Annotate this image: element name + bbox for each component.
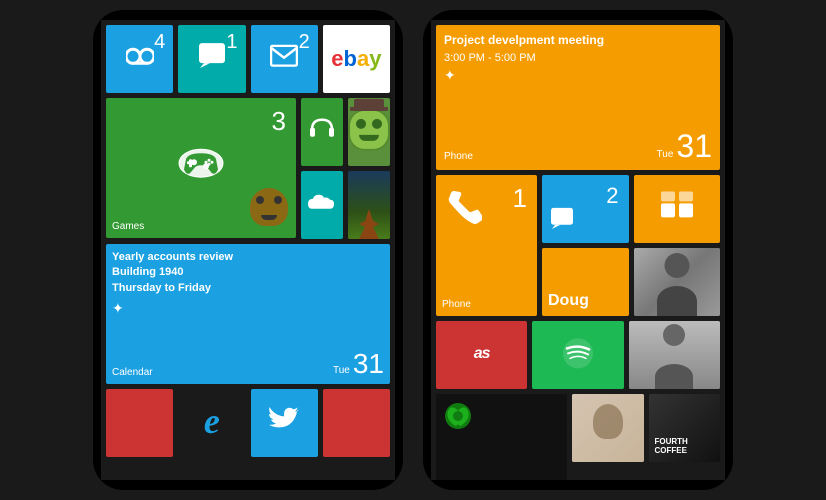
- doug-label: Doug: [548, 292, 589, 310]
- messaging-badge-p1: 1: [226, 31, 237, 54]
- messaging-badge-p2: 2: [606, 183, 618, 209]
- p2-row2: 1 Phone 2: [436, 175, 720, 316]
- p2-row4: MUSI+VIDE FOURTHCOFFEE: [436, 394, 720, 480]
- xbox-logo: [444, 402, 472, 433]
- calendar-tile-p2[interactable]: Project develpment meeting 3:00 PM - 5:0…: [436, 25, 720, 170]
- adventure-tile[interactable]: [348, 171, 390, 239]
- voicemail-badge: 4: [154, 31, 165, 54]
- spotify-tile[interactable]: [532, 321, 623, 389]
- headphones-tile[interactable]: [301, 98, 343, 166]
- calendar-text: Yearly accounts review Building 1940 Thu…: [112, 250, 384, 317]
- messaging-tile-p2[interactable]: 2: [542, 175, 629, 243]
- zombie-tile[interactable]: [348, 98, 390, 166]
- phone-label-p2: Phone: [444, 151, 473, 162]
- email-tile-p1[interactable]: 2: [251, 25, 318, 93]
- p2-row1: Project develpment meeting 3:00 PM - 5:0…: [436, 25, 720, 170]
- messaging-tile-p1[interactable]: 1: [178, 25, 245, 93]
- tulip-tile[interactable]: [634, 175, 721, 243]
- ie-icon: e: [204, 400, 220, 442]
- chat-icon-p2: [550, 207, 574, 229]
- calendar-tile-p1[interactable]: Yearly accounts review Building 1940 Thu…: [106, 244, 390, 384]
- person-body: [657, 286, 697, 316]
- phone-label: Phone: [442, 299, 531, 310]
- p2-row3: as: [436, 321, 720, 389]
- phone-2-screen: Project develpment meeting 3:00 PM - 5:0…: [431, 20, 725, 480]
- person-face-games: [250, 188, 288, 233]
- p1-bottom-row: e: [106, 389, 390, 457]
- calendar-footer: Calendar Tue 31: [112, 350, 384, 378]
- ie-tile[interactable]: e: [178, 389, 245, 457]
- calendar-day: Tue: [333, 365, 350, 376]
- fourth-coffee-tile[interactable]: FOURTHCOFFEE: [649, 394, 721, 462]
- calendar-day-p2: Tue: [657, 149, 674, 160]
- email-icon-p1: [270, 45, 298, 67]
- voicemail-icon: [126, 47, 154, 65]
- phone-2: Project develpment meeting 3:00 PM - 5:0…: [423, 10, 733, 490]
- phone-2-grid: Project develpment meeting 3:00 PM - 5:0…: [431, 20, 725, 480]
- doug-tile[interactable]: Doug: [542, 248, 629, 316]
- phone-call-icon: [446, 189, 482, 225]
- person2-body: [655, 364, 693, 389]
- p2-right-row1: 2: [542, 175, 720, 243]
- p1-row1: 4 1: [106, 25, 390, 93]
- p1-right-row2: [301, 171, 390, 239]
- xbox-controller-icon: [178, 147, 224, 179]
- spotify-icon: [562, 337, 594, 369]
- email-badge-p1: 2: [299, 31, 310, 54]
- cloud-icon: [306, 191, 338, 213]
- phone-badge: 1: [513, 183, 527, 214]
- p1-row2: 3: [106, 98, 390, 239]
- ebay-tile[interactable]: ebay: [323, 25, 390, 93]
- twitter-tile[interactable]: [251, 389, 318, 457]
- character: [359, 209, 379, 239]
- calendar-label: Calendar: [112, 367, 153, 378]
- voicemail-tile[interactable]: 4: [106, 25, 173, 93]
- calendar-date: Tue 31: [333, 350, 384, 378]
- red-tile-1[interactable]: [106, 389, 173, 457]
- lastfm-icon: as: [474, 345, 490, 363]
- zombie-face: [348, 109, 390, 151]
- calendar-date-p2: Tue 31: [657, 130, 712, 162]
- phone-1-grid: 4 1: [101, 20, 395, 480]
- p2-right-row2: Doug: [542, 248, 720, 316]
- person-photo-tile[interactable]: [634, 248, 721, 316]
- music-video-tile[interactable]: MUSI+VIDE: [436, 394, 567, 480]
- calendar-event: Yearly accounts review Building 1940 Thu…: [112, 250, 384, 296]
- p1-right-col: [301, 98, 390, 239]
- calendar-dots: ✦: [112, 300, 384, 317]
- headphones-icon: [308, 114, 336, 142]
- calendar-dots-p2: ✦: [444, 67, 712, 84]
- chat-icon-p1: [198, 42, 226, 68]
- phone-call-tile[interactable]: 1 Phone: [436, 175, 537, 316]
- phone-1-screen: 4 1: [101, 20, 395, 480]
- calendar-num-p2: 31: [676, 130, 712, 162]
- red-tile-2[interactable]: [323, 389, 390, 457]
- person2-head: [663, 324, 685, 346]
- p2-right-col: 2: [542, 175, 720, 316]
- games-badge: 3: [272, 106, 286, 137]
- calendar-time-p2: 3:00 PM - 5:00 PM: [444, 52, 712, 64]
- phones-container: 4 1: [93, 10, 733, 490]
- p1-right-row1: [301, 98, 390, 166]
- tulip-icon: [661, 191, 693, 223]
- art-figure: [593, 404, 623, 439]
- twitter-icon: [269, 407, 299, 431]
- games-tile[interactable]: 3: [106, 98, 296, 238]
- calendar-date-num: 31: [353, 350, 384, 378]
- ebay-logo: ebay: [331, 46, 381, 72]
- person2-photo-tile[interactable]: [629, 321, 720, 389]
- phone-1: 4 1: [93, 10, 403, 490]
- lastfm-tile[interactable]: as: [436, 321, 527, 389]
- cloud-tile[interactable]: [301, 171, 343, 239]
- fourth-coffee-text: FOURTHCOFFEE: [655, 437, 688, 456]
- calendar-footer-p2: Phone Tue 31: [444, 130, 712, 162]
- art-tile[interactable]: [572, 394, 644, 462]
- calendar-event-p2: Project develpment meeting: [444, 33, 712, 49]
- person-head: [664, 253, 689, 278]
